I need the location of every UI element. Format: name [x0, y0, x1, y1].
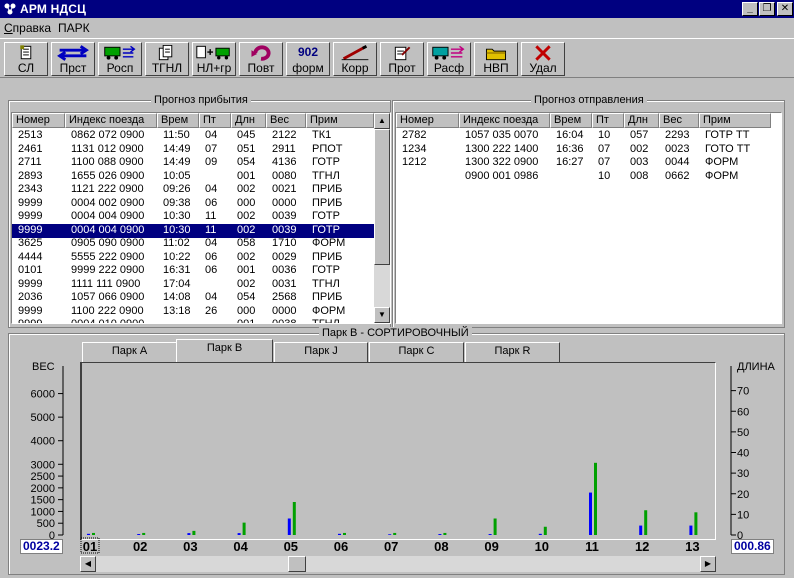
category-label: 13 — [685, 539, 699, 554]
length-bar — [92, 532, 95, 535]
category-label: 07 — [384, 539, 398, 554]
y2-tick-label: 10 — [737, 509, 749, 521]
weight-bar — [438, 534, 442, 535]
weight-bar — [87, 533, 90, 535]
weight-readout: 0023.2 — [20, 539, 63, 554]
scroll-left-button[interactable]: ◀ — [80, 556, 96, 572]
y2-tick-label: 40 — [737, 448, 749, 460]
length-bar — [694, 512, 698, 535]
weight-bar — [287, 518, 291, 535]
y-tick-label: 1500 — [31, 495, 55, 507]
length-bar — [493, 518, 497, 535]
category-label: 09 — [484, 539, 498, 554]
y-tick-label: 2000 — [31, 483, 55, 495]
y2-tick-label: 70 — [737, 386, 749, 398]
weight-bar — [639, 525, 643, 535]
weight-bar — [689, 525, 693, 535]
weight-bar — [388, 534, 392, 535]
park-chart: ВЕС050010001500200025003000400050006000Д… — [31, 361, 776, 554]
category-label: 03 — [183, 539, 197, 554]
length-bar — [292, 502, 296, 535]
length-bar — [543, 526, 547, 535]
chart-hscroll[interactable]: ◀ ▶ — [80, 556, 716, 572]
weight-bar — [237, 533, 241, 535]
y2-tick-label: 50 — [737, 427, 749, 439]
weight-bar — [589, 492, 592, 535]
y2-tick-label: 60 — [737, 406, 749, 418]
category-label: 11 — [585, 539, 599, 554]
weight-bar — [538, 533, 542, 535]
y-tick-label: 500 — [37, 518, 55, 530]
scroll-right-button[interactable]: ▶ — [700, 556, 716, 572]
y2-tick-label: 20 — [737, 489, 749, 501]
category-label: 05 — [284, 539, 298, 554]
y-tick-label: 2500 — [31, 471, 55, 483]
length-readout: 000.86 — [731, 539, 774, 554]
y-tick-label: 1000 — [31, 506, 55, 518]
y-tick-label: 6000 — [31, 389, 55, 401]
category-label: 08 — [434, 539, 448, 554]
y2-tick-label: 30 — [737, 468, 749, 480]
length-bar — [393, 532, 397, 535]
scroll-thumb[interactable] — [288, 556, 306, 572]
length-bar — [142, 532, 146, 535]
length-bar — [644, 510, 648, 535]
length-bar — [443, 532, 447, 535]
y-tick-label: 5000 — [31, 412, 55, 424]
weight-bar — [187, 533, 191, 535]
category-label: 04 — [233, 539, 248, 554]
length-bar — [192, 530, 196, 535]
length-bar — [594, 462, 597, 535]
weight-bar — [137, 534, 141, 535]
weight-bar — [338, 533, 341, 535]
category-label: 02 — [133, 539, 147, 554]
length-bar — [343, 532, 346, 535]
length-bar — [242, 522, 246, 535]
category-label: 01 — [83, 539, 97, 554]
category-label: 10 — [535, 539, 549, 554]
y-tick-label: 3000 — [31, 459, 55, 471]
tab-park-2[interactable]: Парк В — [176, 339, 273, 362]
y-axis-label: ВЕС — [32, 361, 55, 373]
category-label: 06 — [334, 539, 348, 554]
y-tick-label: 4000 — [31, 436, 55, 448]
category-label: 12 — [635, 539, 649, 554]
y2-axis-label: ДЛИНА — [737, 361, 776, 373]
weight-bar — [488, 534, 492, 535]
